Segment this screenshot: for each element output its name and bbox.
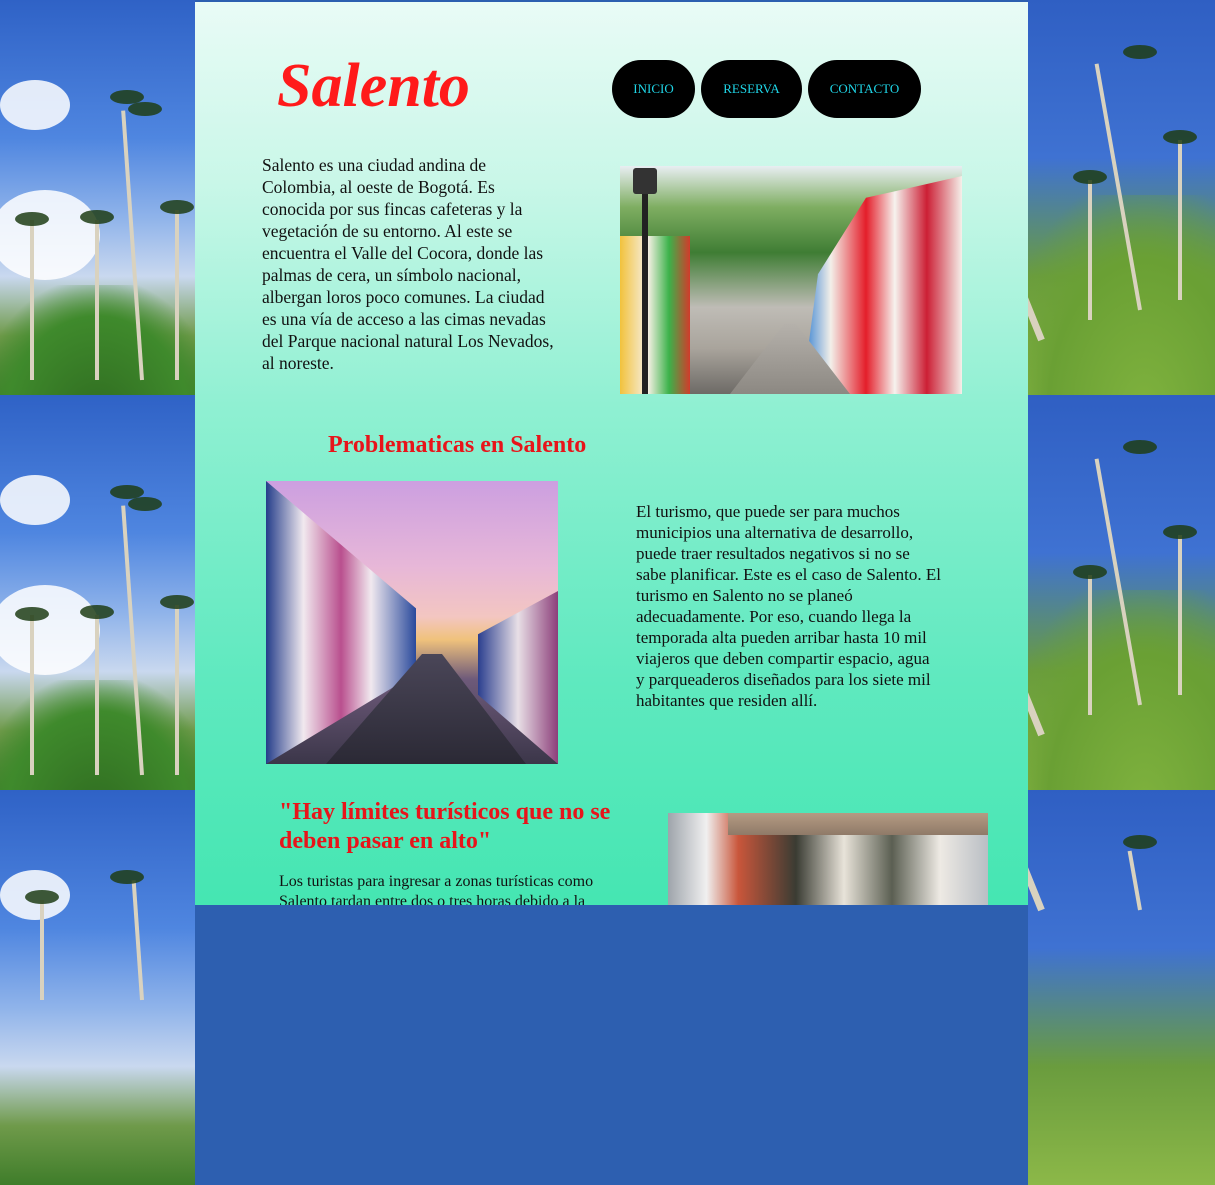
background-tile-right-1 (1028, 0, 1215, 395)
salento-colorful-street-photo (620, 166, 962, 394)
background-tile-left-3 (0, 790, 195, 1185)
background-tile-left-2 (0, 395, 195, 790)
problems-heading: Problematicas en Salento (328, 432, 587, 458)
intro-paragraph: Salento es una ciudad andina de Colombia… (262, 155, 554, 373)
photo-roof (728, 813, 988, 835)
background-tile-left-1 (0, 0, 195, 395)
main-content: Salento INICIO RESERVA CONTACTO Salento … (195, 2, 1028, 905)
photo-house-left (620, 236, 690, 394)
nav-contacto-button[interactable]: CONTACTO (808, 60, 921, 118)
quote-paragraph: Los turistas para ingresar a zonas turís… (279, 873, 594, 905)
quote-heading: "Hay límites turísticos que no se deben … (279, 799, 611, 854)
background-tile-right-2 (1028, 395, 1215, 790)
background-tile-right-3 (1028, 790, 1215, 1185)
street-lamp (633, 168, 657, 394)
site-title: Salento (277, 52, 470, 120)
nav-inicio-button[interactable]: INICIO (612, 60, 695, 118)
salento-sunset-street-photo (266, 481, 558, 764)
main-nav: INICIO RESERVA CONTACTO (612, 60, 921, 118)
salento-crowded-street-photo (668, 813, 988, 905)
problems-paragraph: El turismo, que puede ser para muchos mu… (636, 502, 941, 710)
nav-reserva-button[interactable]: RESERVA (701, 60, 802, 118)
photo-house-right (802, 176, 962, 394)
